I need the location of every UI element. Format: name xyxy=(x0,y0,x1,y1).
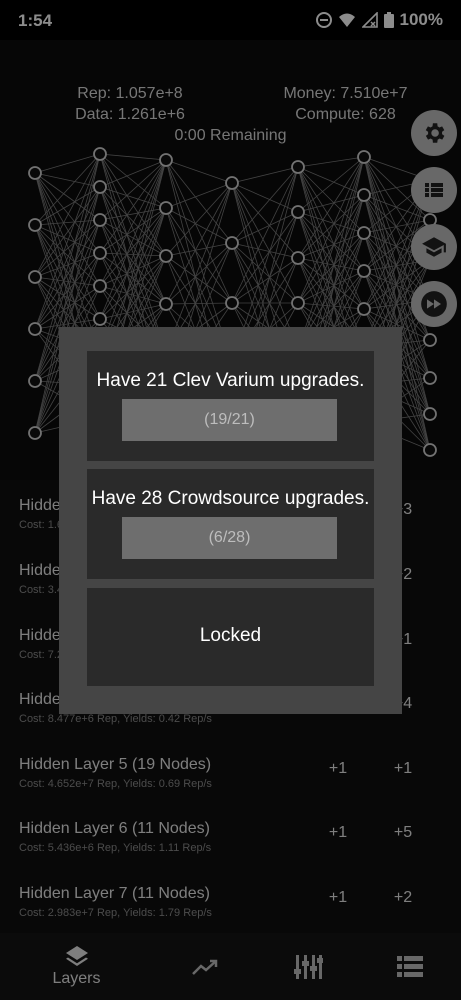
requirement-progress: (6/28) xyxy=(122,517,337,559)
requirement-card: Have 28 Crowdsource upgrades. (6/28) xyxy=(87,469,374,579)
locked-card[interactable]: Locked xyxy=(87,588,374,686)
requirement-title: Have 21 Clev Varium upgrades. xyxy=(96,370,365,391)
requirements-dialog: Have 21 Clev Varium upgrades. (19/21) Ha… xyxy=(59,327,402,714)
locked-label: Locked xyxy=(199,625,262,646)
requirement-progress: (19/21) xyxy=(122,399,337,441)
requirement-title: Have 28 Crowdsource upgrades. xyxy=(91,488,370,509)
requirement-card: Have 21 Clev Varium upgrades. (19/21) xyxy=(87,351,374,461)
